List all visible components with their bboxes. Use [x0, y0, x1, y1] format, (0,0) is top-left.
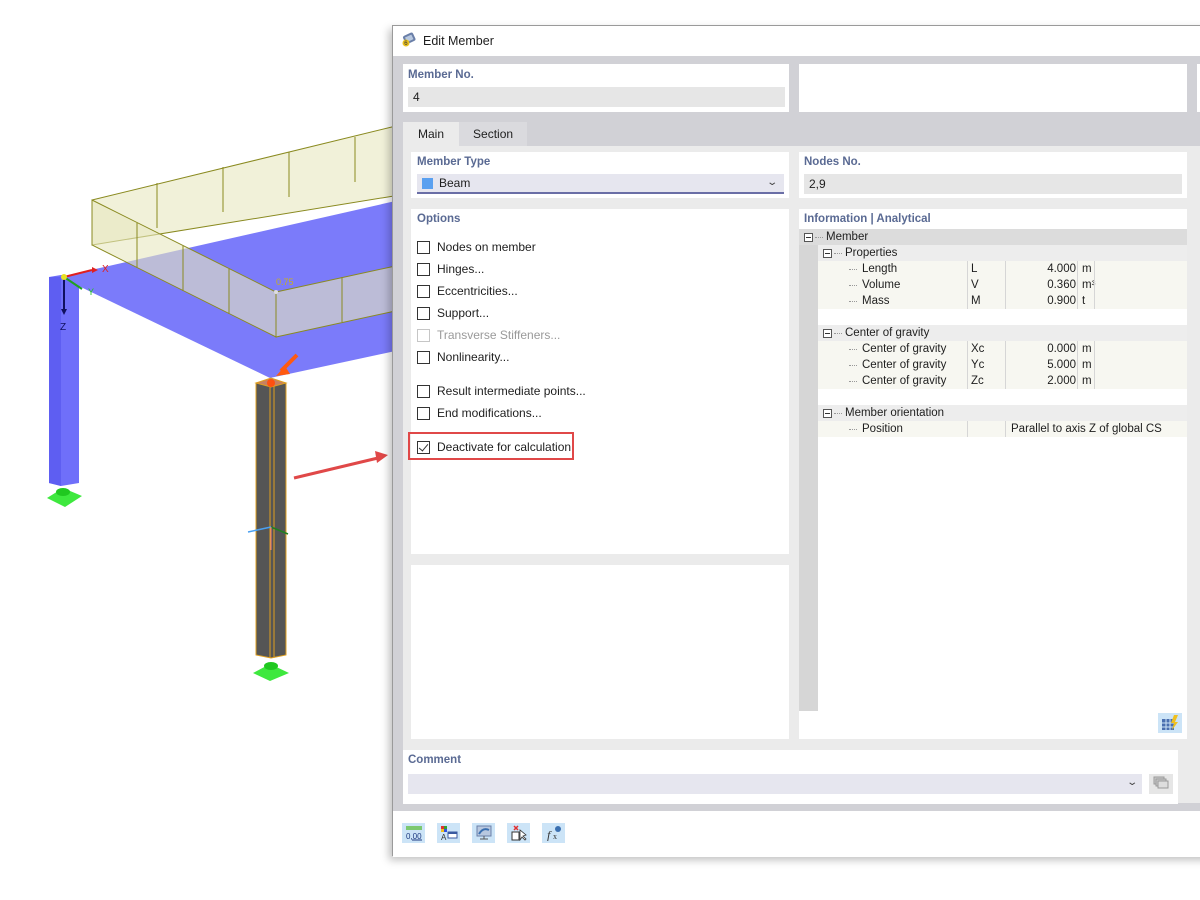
comment-library-button[interactable] [1149, 774, 1173, 794]
information-label: Information | Analytical [804, 213, 931, 225]
comment-panel: Comment ⌄ [403, 750, 1178, 804]
collapse-icon[interactable] [823, 408, 832, 418]
tab-section[interactable]: Section [459, 122, 528, 146]
formula-icon: f x [544, 825, 564, 841]
view-button[interactable] [472, 823, 495, 843]
tree-row: Length L 4.000 m [818, 261, 1187, 277]
tree-row: Center of gravity Yc 5.000 m [818, 357, 1187, 373]
svg-text:x: x [553, 832, 557, 841]
monitor-icon [474, 825, 494, 841]
nodes-no-label: Nodes No. [804, 156, 861, 168]
nodes-no-panel: Nodes No. 2,9 [799, 152, 1187, 198]
member-type-select[interactable]: Beam ⌄ [417, 174, 784, 194]
highlight-box [408, 432, 574, 460]
option-nonlinearity[interactable]: Nonlinearity... [417, 349, 509, 365]
checkbox[interactable] [417, 262, 430, 276]
color-text-icon: A [439, 825, 459, 841]
comment-input[interactable]: ⌄ [408, 774, 1142, 794]
options-label: Options [417, 213, 461, 225]
tree-row: Position Parallel to axis Z of global CS [818, 421, 1187, 437]
select-object-button[interactable] [507, 823, 530, 843]
option-end-modifications[interactable]: End modifications... [417, 405, 542, 421]
pointer-icon [509, 825, 529, 841]
tree-gutter [799, 229, 818, 711]
option-support[interactable]: Support... [417, 305, 489, 321]
collapse-icon[interactable] [823, 248, 832, 258]
checkbox[interactable] [417, 240, 430, 254]
load-value-label: 0.75 [276, 277, 294, 287]
tree-row: Volume V 0.360 m³ [818, 277, 1187, 293]
tree-node-member[interactable]: Member [799, 229, 1187, 245]
member-name-box [799, 64, 1187, 112]
member-no-label: Member No. [408, 69, 474, 81]
option-transverse-stiffeners: Transverse Stiffeners... [417, 327, 560, 343]
options-extra-panel [411, 565, 789, 739]
nodes-no-field[interactable]: 2,9 [804, 174, 1182, 194]
tree-row: Center of gravity Zc 2.000 m [818, 373, 1187, 389]
svg-text:A: A [441, 833, 447, 841]
member-type-value: Beam [439, 176, 471, 190]
model-drawing: 0.75 X Y Z [47, 124, 400, 681]
chevron-down-icon[interactable]: ⌄ [1126, 777, 1138, 788]
grid-lightning-icon [1161, 715, 1179, 731]
option-nodes-on-member[interactable]: Nodes on member [417, 239, 536, 255]
svg-text:X: X [102, 264, 109, 275]
tab-bar: Main Section [403, 122, 528, 148]
table-calc-button[interactable] [1158, 713, 1182, 733]
option-result-intermediate-points[interactable]: Result intermediate points... [417, 383, 586, 399]
dialog-body: Member No. 4 Main Section Member Type Be… [393, 56, 1200, 811]
units-icon: 0,00 [404, 825, 424, 841]
checkbox[interactable] [417, 306, 430, 320]
tab-main[interactable]: Main [403, 122, 460, 148]
checkbox[interactable] [417, 384, 430, 398]
tree-node-center-of-gravity[interactable]: Center of gravity [818, 325, 1187, 341]
information-panel: Information | Analytical Member Properti… [799, 209, 1187, 739]
comment-label: Comment [408, 754, 462, 766]
collapse-icon[interactable] [804, 232, 813, 242]
callout-arrow-icon [293, 451, 388, 480]
tree-node-properties[interactable]: Properties [818, 245, 1187, 261]
option-hinges[interactable]: Hinges... [417, 261, 484, 277]
member-no-box: Member No. 4 [403, 64, 789, 112]
selected-column[interactable] [254, 377, 288, 659]
collapse-icon[interactable] [823, 328, 832, 338]
dialog-titlebar[interactable]: 6 Edit Member [393, 26, 1200, 56]
tab-content-main: Member Type Beam ⌄ Nodes No. 2,9 Options… [403, 146, 1200, 803]
tree-row: Center of gravity Xc 0.000 m [818, 341, 1187, 357]
dialog-title: Edit Member [423, 34, 494, 48]
checkbox[interactable] [417, 284, 430, 298]
options-panel: Options Nodes on member Hinges... Eccent… [408, 209, 789, 554]
chevron-down-icon: ⌄ [765, 177, 778, 188]
member-type-label: Member Type [417, 156, 491, 168]
copy-stack-icon [1153, 776, 1169, 793]
units-decimals-button[interactable]: 0,00 [402, 823, 425, 843]
dialog-footer: 0,00 A f x [393, 811, 1200, 857]
svg-text:Z: Z [60, 322, 66, 333]
svg-text:f: f [547, 828, 552, 841]
edit-member-dialog: 6 Edit Member Member No. 4 Main Section … [392, 25, 1200, 857]
member-no-field[interactable]: 4 [408, 87, 785, 107]
display-properties-button[interactable]: A [437, 823, 460, 843]
member-type-panel: Member Type Beam ⌄ [411, 152, 789, 198]
formula-button[interactable]: f x [542, 823, 565, 843]
beam-color-swatch [422, 177, 433, 189]
tree-row: Mass M 0.900 t [818, 293, 1187, 309]
tree-node-member-orientation[interactable]: Member orientation [818, 405, 1187, 421]
member-icon: 6 [401, 32, 417, 51]
checkbox[interactable] [417, 406, 430, 420]
checkbox[interactable] [417, 350, 430, 364]
option-eccentricities[interactable]: Eccentricities... [417, 283, 518, 299]
checkbox [417, 328, 430, 342]
svg-text:Y: Y [88, 287, 94, 297]
